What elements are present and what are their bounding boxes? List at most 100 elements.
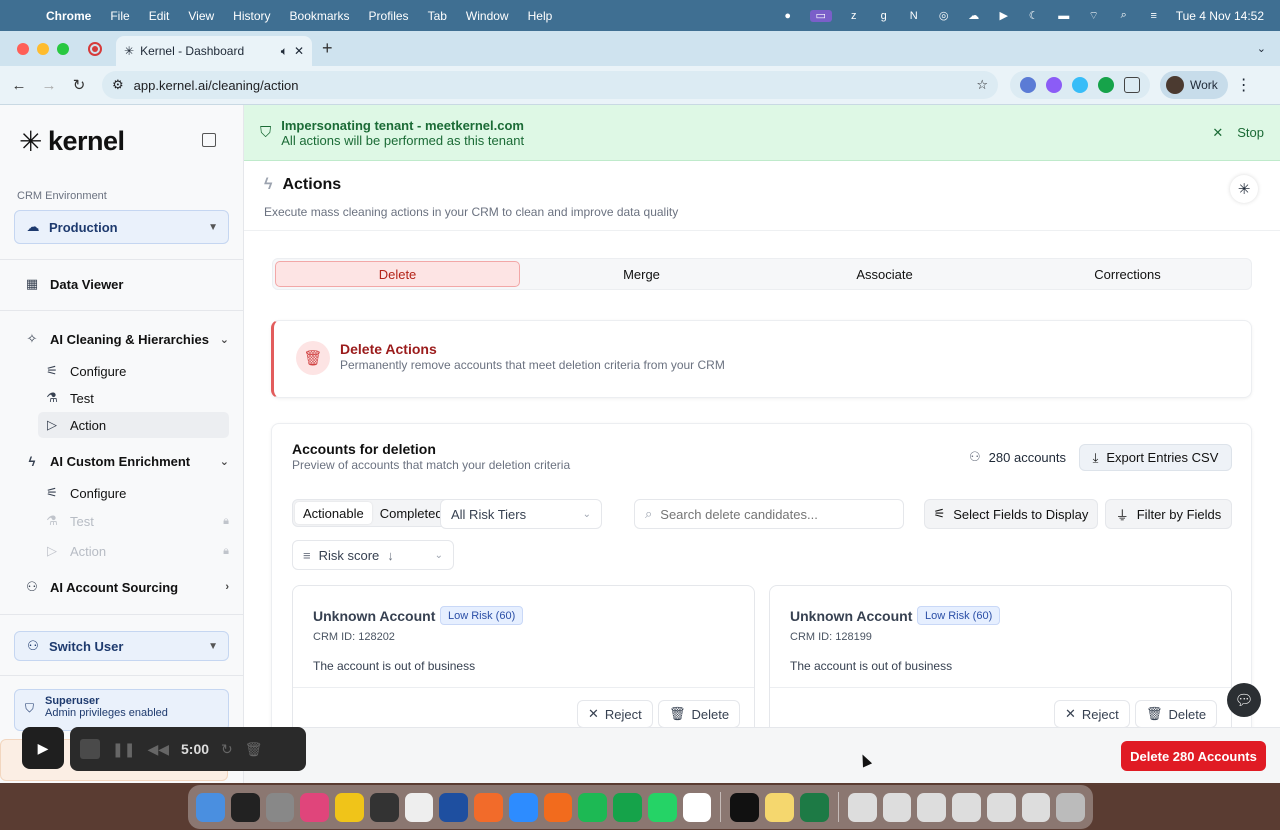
slack-icon[interactable] — [300, 792, 330, 822]
export-csv-button[interactable]: ⤓ Export Entries CSV — [1079, 444, 1232, 471]
grammarly-icon[interactable] — [613, 792, 642, 822]
window-thumbnail-icon[interactable] — [882, 792, 912, 822]
notes-icon[interactable] — [765, 792, 794, 822]
maximize-window-icon[interactable] — [57, 42, 69, 55]
sidebar-item-ai-sourcing[interactable]: ⚇ AI Account Sourcing › — [24, 574, 229, 600]
sidebar-item-data-viewer[interactable]: ▦ Data Viewer — [24, 271, 229, 297]
whatsapp-icon[interactable] — [647, 792, 677, 822]
seg-completed[interactable]: Completed — [372, 502, 451, 524]
back-icon[interactable]: ← — [4, 77, 34, 94]
menu-tab[interactable]: Tab — [428, 9, 447, 23]
sidebar-item-ai-cleaning[interactable]: ✧ AI Cleaning & Hierarchies ⌄ — [24, 326, 229, 352]
env-select[interactable]: ☁ Production ▼ — [14, 210, 229, 244]
menu-file[interactable]: File — [110, 9, 129, 23]
sidebar-item-ai-enrichment[interactable]: ϟ AI Custom Enrichment ⌄ — [24, 448, 229, 474]
menu-bookmarks[interactable]: Bookmarks — [290, 9, 350, 23]
sidebar-sub-configure-enrichment[interactable]: ⚟ Configure — [38, 480, 229, 506]
notion-icon[interactable] — [404, 792, 434, 822]
calendar-icon[interactable] — [682, 792, 712, 822]
screen-share-icon[interactable]: ▭ — [809, 9, 832, 22]
notion-icon[interactable]: N — [906, 10, 922, 22]
wifi-icon[interactable]: ⌔ — [1086, 10, 1102, 22]
window-thumbnail-icon[interactable] — [847, 792, 877, 822]
bookmark-star-icon[interactable]: ☆ — [976, 77, 988, 93]
reject-button[interactable]: ✕ Reject — [1054, 700, 1130, 728]
rewind-icon[interactable]: ◀◀ — [147, 741, 169, 758]
battery-icon[interactable]: ▬ — [1056, 10, 1072, 22]
chrome-icon[interactable] — [335, 792, 364, 822]
window-thumbnail-icon[interactable] — [986, 792, 1016, 822]
window-thumbnail-icon[interactable] — [952, 792, 981, 822]
terminal-icon[interactable] — [730, 792, 760, 822]
reject-button[interactable]: ✕ Reject — [577, 700, 653, 728]
seg-actionable[interactable]: Actionable — [295, 502, 372, 524]
kernel-assistant-icon[interactable]: ✳ — [1230, 175, 1258, 203]
cloud-icon[interactable]: ☁ — [966, 10, 982, 22]
search-icon[interactable]: ⌕ — [1116, 9, 1132, 22]
tab-merge[interactable]: Merge — [520, 261, 763, 287]
grammarly-extension-icon[interactable] — [1098, 77, 1114, 93]
delete-button[interactable]: 🗑︎ Delete — [658, 700, 741, 728]
recording-tab-icon[interactable] — [88, 41, 102, 56]
tab-associate[interactable]: Associate — [763, 261, 1006, 287]
risk-tier-select[interactable]: All Risk Tiers ⌄ — [440, 499, 602, 529]
tab-audio-icon[interactable]: 🔈︎ — [281, 44, 288, 59]
menu-history[interactable]: History — [233, 9, 270, 23]
camera-icon[interactable]: ▶︎ — [22, 727, 64, 769]
browser-tab-active[interactable]: ✳ Kernel - Dashboard 🔈︎ ✕ — [116, 36, 312, 66]
extension-3-icon[interactable] — [1072, 77, 1088, 93]
menu-edit[interactable]: Edit — [149, 9, 170, 23]
sidebar-sub-configure[interactable]: ⚟ Configure — [38, 358, 229, 384]
microphone-icon[interactable]: ● — [780, 10, 796, 22]
site-info-icon[interactable]: ⚙ — [112, 77, 124, 93]
sort-select[interactable]: ≡ Risk score ↓ ⌄ — [292, 540, 454, 570]
app-icon[interactable] — [230, 792, 260, 822]
app-icon[interactable] — [369, 792, 399, 822]
control-center-icon[interactable]: ≡ — [1146, 10, 1162, 22]
profile-button[interactable]: Work — [1160, 71, 1228, 99]
restart-icon[interactable]: ↻ — [221, 741, 233, 758]
window-thumbnail-icon[interactable] — [1021, 792, 1051, 822]
trash-icon[interactable] — [1056, 792, 1086, 822]
window-thumbnail-icon[interactable] — [917, 792, 947, 822]
trash-icon[interactable]: 🗑︎ — [245, 741, 263, 758]
chat-icon[interactable]: 💬︎ — [1227, 683, 1261, 717]
sidebar-collapse-icon[interactable] — [202, 133, 216, 147]
sidebar-sub-action[interactable]: ▷ Action — [38, 412, 229, 438]
app-icon[interactable] — [474, 792, 503, 822]
tab-corrections[interactable]: Corrections — [1006, 261, 1249, 287]
excel-icon[interactable] — [800, 792, 829, 822]
menu-profiles[interactable]: Profiles — [369, 9, 409, 23]
spotify-icon[interactable] — [578, 792, 608, 822]
search-input[interactable] — [660, 506, 893, 522]
switch-user-select[interactable]: ⚇ Switch User ▼ — [14, 631, 229, 661]
kernel-logo[interactable]: ✳ kernel — [19, 125, 125, 158]
play-icon[interactable]: ▶ — [996, 10, 1012, 22]
pause-icon[interactable]: ❚❚ — [112, 741, 135, 758]
extension-1-icon[interactable] — [1020, 77, 1036, 93]
zoom-icon[interactable] — [508, 792, 538, 822]
select-fields-button[interactable]: ⚟ Select Fields to Display — [924, 499, 1098, 529]
browser-menu-icon[interactable]: ⋮ — [1236, 75, 1252, 95]
tab-search-chevron-icon[interactable]: ⌄ — [1257, 42, 1266, 55]
1password-icon[interactable] — [439, 792, 469, 822]
menu-help[interactable]: Help — [528, 9, 553, 23]
moon-icon[interactable]: ☾ — [1026, 10, 1042, 22]
system-settings-icon[interactable] — [265, 792, 295, 822]
minimize-window-icon[interactable] — [37, 42, 49, 55]
menu-app-name[interactable]: Chrome — [46, 9, 91, 23]
tab-delete[interactable]: Delete — [275, 261, 520, 287]
filter-fields-button[interactable]: ⏚ Filter by Fields — [1105, 499, 1232, 529]
extension-2-icon[interactable] — [1046, 77, 1062, 93]
sidebar-sub-test[interactable]: ⚗ Test — [38, 385, 229, 411]
new-tab-icon[interactable]: + — [322, 38, 333, 59]
delete-button[interactable]: 🗑︎ Delete — [1135, 700, 1218, 728]
close-window-icon[interactable] — [17, 42, 29, 55]
url-text[interactable]: app.kernel.ai/cleaning/action — [134, 78, 967, 93]
delete-all-accounts-button[interactable]: Delete 280 Accounts — [1121, 741, 1266, 771]
menu-window[interactable]: Window — [466, 9, 509, 23]
soundcloud-icon[interactable] — [543, 792, 573, 822]
stop-recording-icon[interactable] — [80, 739, 100, 759]
tab-close-icon[interactable]: ✕ — [294, 44, 304, 58]
forward-icon[interactable]: → — [34, 77, 64, 94]
